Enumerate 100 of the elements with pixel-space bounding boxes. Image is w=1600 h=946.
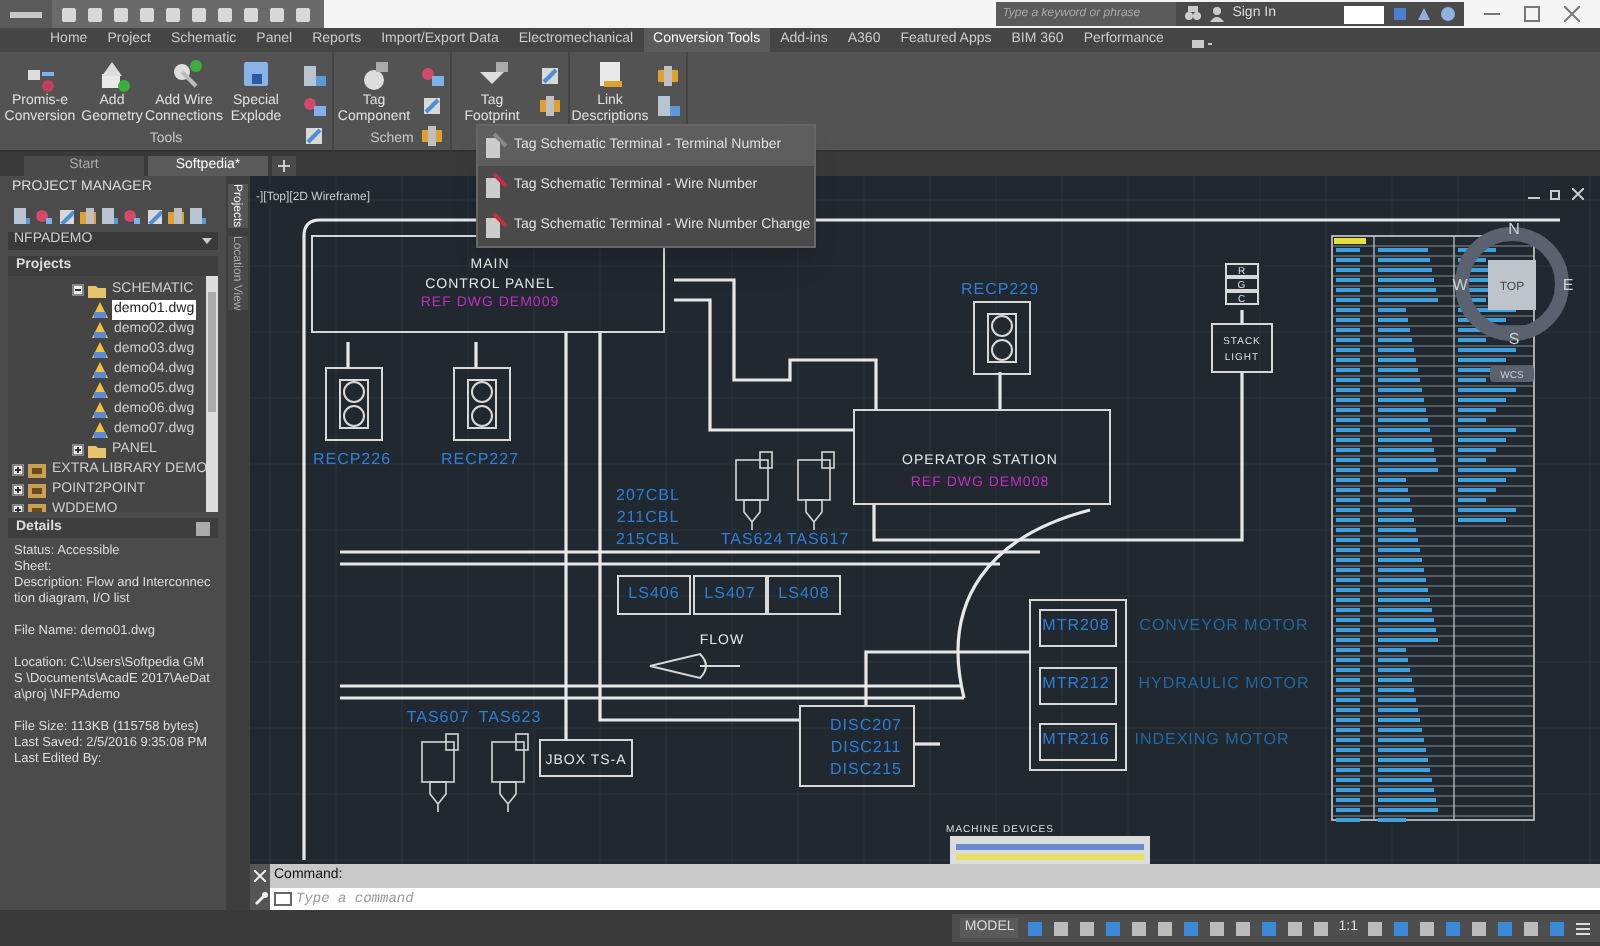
toolbar-icon[interactable]	[538, 64, 562, 88]
toolbar-icon[interactable]	[188, 205, 206, 223]
compass-letter: S	[1508, 330, 1520, 348]
plus-icon	[278, 160, 290, 172]
wire-line	[346, 342, 350, 368]
toolbar-icon[interactable]	[302, 94, 326, 118]
motor-outline	[1039, 609, 1117, 647]
expand-icon[interactable]	[12, 484, 24, 496]
compass-letter: N	[1508, 220, 1520, 238]
triangle-icon[interactable]	[1416, 6, 1432, 22]
switch-drawing	[797, 451, 835, 531]
toolbar-icon[interactable]	[302, 124, 326, 148]
toolbar-icon[interactable]	[166, 205, 184, 223]
toolbar-icon[interactable]	[656, 64, 680, 88]
toolbar-icon[interactable]	[656, 94, 680, 118]
drawing-file-icon	[92, 382, 108, 398]
drawing-label: TAS607	[406, 708, 470, 726]
folder-icon	[88, 283, 106, 297]
folder-icon	[88, 443, 106, 457]
drawing-label: 207CBL	[616, 486, 680, 504]
drawing-label: CONVEYOR MOTOR	[1139, 616, 1309, 634]
drawing-file-icon	[92, 302, 108, 318]
toolbar-icon[interactable]	[100, 205, 118, 223]
compass-ring[interactable]	[1455, 227, 1569, 341]
terminal-tag-icon	[484, 132, 508, 160]
caret-icon	[202, 238, 212, 244]
limit-switch-outline	[693, 575, 767, 615]
disconnect-outline	[799, 705, 915, 787]
exchange-icon[interactable]	[1392, 6, 1408, 22]
wrench-icon[interactable]	[253, 891, 267, 905]
ribbon-options-icon[interactable]	[1189, 36, 1214, 52]
drawing-label: DISC207	[830, 716, 902, 734]
drawing-file-icon	[92, 422, 108, 438]
user-icon	[1210, 6, 1225, 22]
compass-letter: E	[1562, 276, 1574, 294]
account-field[interactable]	[1344, 5, 1384, 23]
wire-line	[914, 742, 940, 746]
new-tab-button[interactable]	[272, 156, 296, 176]
drawing-label: RECP227	[440, 450, 520, 468]
close-icon[interactable]	[1572, 188, 1584, 200]
switch-drawing	[491, 733, 529, 813]
scrollbar[interactable]	[206, 276, 218, 512]
receptacle-drawing	[973, 301, 1031, 375]
terminal-tag-icon	[484, 212, 508, 240]
drawing-label: 211CBL	[616, 508, 680, 526]
collapse-icon[interactable]	[72, 284, 84, 296]
motor-outline	[1039, 723, 1117, 761]
stack-light-outline	[1211, 323, 1273, 373]
tool-icon	[239, 58, 273, 92]
drawing-label: DISC211	[830, 738, 902, 756]
limit-switch-outline	[767, 575, 841, 615]
drawing-label: DISC215	[830, 760, 902, 778]
drawing-label: LS407	[704, 584, 756, 602]
drawing-label: TAS624	[720, 530, 784, 548]
expand-icon[interactable]	[12, 464, 24, 476]
toolbar-icon[interactable]	[78, 205, 96, 223]
drawing-label: 215CBL	[616, 530, 680, 548]
menu-icon[interactable]	[1574, 919, 1592, 937]
maximize-icon[interactable]	[1524, 6, 1540, 22]
drawing-file-icon	[92, 402, 108, 418]
toolbar-icon[interactable]	[538, 94, 562, 118]
drawing-file-icon	[92, 322, 108, 338]
expand-icon[interactable]	[72, 444, 84, 456]
toolbar-icon[interactable]	[420, 94, 444, 118]
close-icon[interactable]	[1564, 6, 1580, 22]
toolbar-icon[interactable]	[34, 205, 52, 223]
drawing-file-icon	[92, 342, 108, 358]
drawing-label: LS408	[778, 584, 830, 602]
drawing-label: MTR216	[1042, 730, 1110, 748]
help-icon[interactable]	[1440, 6, 1456, 22]
compass-letter: W	[1452, 276, 1468, 294]
toolbar-icon[interactable]	[302, 64, 326, 88]
drawing-file-icon	[92, 362, 108, 378]
application-menu-button[interactable]	[0, 0, 52, 28]
drawing-label: INDEXING MOTOR	[1134, 730, 1290, 748]
drawing-label: RECP226	[312, 450, 392, 468]
drawing-label: HYDRAULIC MOTOR	[1138, 674, 1310, 692]
drawing-label: LS406	[628, 584, 680, 602]
toolbar-icon[interactable]	[196, 521, 210, 535]
binoculars-icon[interactable]	[1184, 6, 1203, 22]
drawing-label: MTR212	[1042, 674, 1110, 692]
wire-line	[474, 342, 478, 368]
flow-arrow	[649, 653, 741, 679]
toolbar-icon[interactable]	[122, 205, 140, 223]
drawing-label: RECP229	[960, 280, 1040, 298]
toolbar-icon[interactable]	[420, 124, 444, 148]
drawing-label: TAS623	[478, 708, 542, 726]
toolbar-icon[interactable]	[12, 205, 30, 223]
toolbar-icon[interactable]	[56, 205, 74, 223]
receptacle-drawing	[325, 367, 383, 441]
limit-switch-outline	[617, 575, 691, 615]
motor-outline	[1039, 667, 1117, 705]
wire-line	[1240, 310, 1244, 324]
toolbar-icon[interactable]	[420, 64, 444, 88]
restore-icon[interactable]	[1550, 188, 1562, 200]
toolbar-icon[interactable]	[144, 205, 162, 223]
drawing-label: TAS617	[786, 530, 850, 548]
junction-box-outline	[539, 739, 633, 777]
prompt-icon[interactable]	[270, 888, 296, 910]
switch-drawing	[735, 451, 773, 531]
